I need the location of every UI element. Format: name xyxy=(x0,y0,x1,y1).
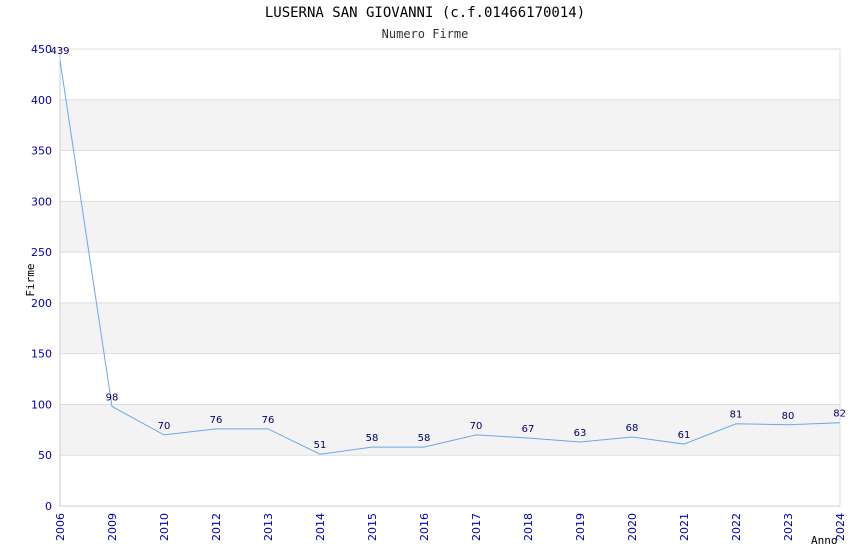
x-tick-label: 2010 xyxy=(158,513,171,541)
data-label: 68 xyxy=(626,423,639,434)
y-tick-label: 150 xyxy=(31,348,52,361)
data-label: 439 xyxy=(50,46,69,57)
x-tick-labels: 2006 2009 2010 2012 2013 2014 2015 2016 2017 2018… xyxy=(54,513,847,541)
x-axis-label: Anno xyxy=(811,534,838,547)
grid-band xyxy=(60,302,840,354)
data-label: 76 xyxy=(210,415,223,426)
x-tick-label: 2021 xyxy=(678,513,691,541)
grid-band xyxy=(60,99,840,151)
data-label: 61 xyxy=(678,430,691,441)
x-tick-label: 2013 xyxy=(262,513,275,541)
x-tick-label: 2019 xyxy=(574,513,587,541)
y-tick-label: 250 xyxy=(31,246,52,259)
data-label: 63 xyxy=(574,428,587,439)
data-label: 76 xyxy=(262,415,275,426)
y-tick-label: 50 xyxy=(38,449,52,462)
grid-band xyxy=(60,404,840,456)
y-tick-label: 100 xyxy=(31,398,52,411)
grid-band xyxy=(60,201,840,253)
x-tick-label: 2006 xyxy=(54,513,67,541)
x-tick-label: 2014 xyxy=(314,513,327,541)
data-label: 98 xyxy=(106,392,119,403)
x-tick-label: 2017 xyxy=(470,513,483,541)
data-label: 58 xyxy=(366,433,379,444)
x-tick-label: 2020 xyxy=(626,513,639,541)
y-tick-label: 300 xyxy=(31,195,52,208)
y-tick-label: 200 xyxy=(31,297,52,310)
data-label: 70 xyxy=(470,421,483,432)
data-label: 81 xyxy=(730,410,743,421)
y-axis-label: Firme xyxy=(24,263,37,296)
x-tick-label: 2022 xyxy=(730,513,743,541)
data-label: 51 xyxy=(314,440,327,451)
y-tick-label: 400 xyxy=(31,94,52,107)
x-tick-label: 2023 xyxy=(782,513,795,541)
x-tick-label: 2016 xyxy=(418,513,431,541)
data-label: 70 xyxy=(158,421,171,432)
y-tick-label: 0 xyxy=(45,500,52,513)
data-label: 58 xyxy=(418,433,431,444)
data-label: 80 xyxy=(782,411,795,422)
grid-bands xyxy=(60,99,840,456)
x-tick-label: 2018 xyxy=(522,513,535,541)
x-tick-label: 2012 xyxy=(210,513,223,541)
data-label: 82 xyxy=(833,409,846,420)
y-tick-label: 450 xyxy=(31,43,52,56)
x-tick-label: 2015 xyxy=(366,513,379,541)
data-label: 67 xyxy=(522,424,535,435)
line-chart: 0 50 100 150 200 250 300 350 400 450 2006 2009 2010… xyxy=(24,43,847,547)
x-tick-label: 2009 xyxy=(106,513,119,541)
y-tick-label: 350 xyxy=(31,145,52,158)
